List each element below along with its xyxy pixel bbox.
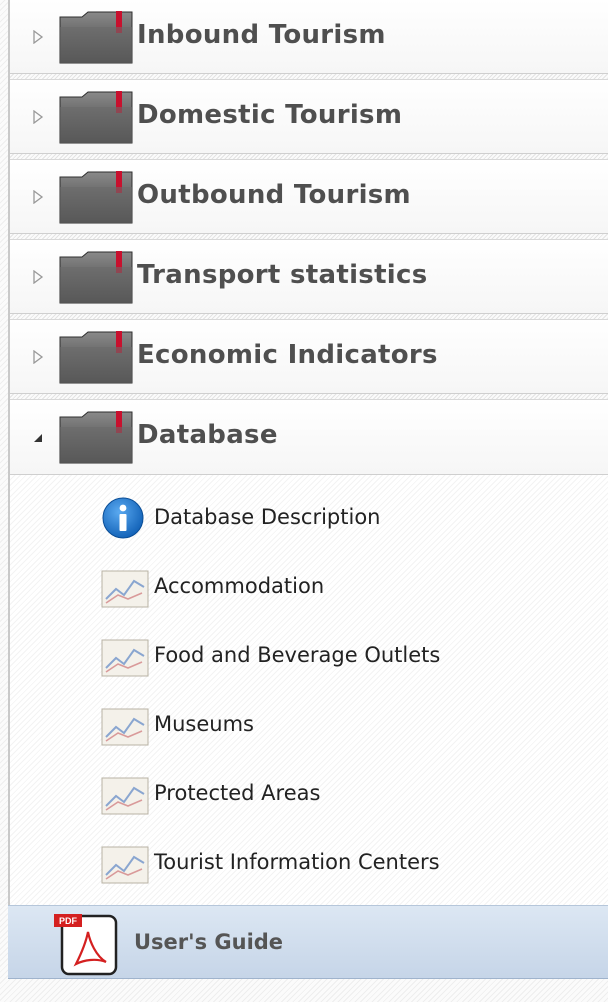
tree-node-domestic-tourism[interactable]: Domestic Tourism xyxy=(10,80,608,154)
tree-node-label: Inbound Tourism xyxy=(137,20,386,50)
list-item-label: Tourist Information Centers xyxy=(154,850,440,874)
folder-icon xyxy=(59,331,133,384)
list-item-tourist-information-centers[interactable]: Tourist Information Centers xyxy=(92,841,592,885)
tree-node-label: Transport statistics xyxy=(137,260,428,290)
folder-icon xyxy=(59,171,133,224)
list-item-label: Database Description xyxy=(154,505,381,529)
chart-icon xyxy=(101,708,149,746)
users-guide-link[interactable]: PDF User's Guide xyxy=(8,905,608,979)
tree-node-inbound-tourism[interactable]: Inbound Tourism xyxy=(10,0,608,74)
chart-icon xyxy=(101,777,149,815)
chart-icon xyxy=(101,846,149,884)
tree-node-economic-indicators[interactable]: Economic Indicators xyxy=(10,320,608,394)
list-item-label: Accommodation xyxy=(154,574,325,598)
folder-icon xyxy=(59,251,133,304)
list-item-label: Protected Areas xyxy=(154,781,321,805)
list-item-label: Food and Beverage Outlets xyxy=(154,643,441,667)
info-icon xyxy=(102,497,144,539)
navigation-tree: Inbound Tourism Domestic Tourism Outboun… xyxy=(8,0,608,978)
list-item-label: Museums xyxy=(154,712,254,736)
list-item-database-description[interactable]: Database Description xyxy=(92,496,592,540)
list-item-protected-areas[interactable]: Protected Areas xyxy=(92,772,592,816)
list-item-museums[interactable]: Museums xyxy=(92,703,592,747)
list-item-food-and-beverage-outlets[interactable]: Food and Beverage Outlets xyxy=(92,634,592,678)
pdf-icon: PDF xyxy=(54,914,118,976)
triangle-down-icon[interactable] xyxy=(32,430,44,444)
pdf-badge-text: PDF xyxy=(59,916,78,926)
triangle-right-icon[interactable] xyxy=(32,270,44,284)
tree-node-label: Outbound Tourism xyxy=(137,180,411,210)
triangle-right-icon[interactable] xyxy=(32,110,44,124)
tree-node-outbound-tourism[interactable]: Outbound Tourism xyxy=(10,160,608,234)
tree-node-label: Domestic Tourism xyxy=(137,100,403,130)
tree-node-label: Database xyxy=(137,420,278,450)
list-item-accommodation[interactable]: Accommodation xyxy=(92,565,592,609)
triangle-right-icon[interactable] xyxy=(32,190,44,204)
triangle-right-icon[interactable] xyxy=(32,30,44,44)
tree-node-database[interactable]: Database xyxy=(10,400,608,474)
folder-icon xyxy=(59,91,133,144)
folder-icon xyxy=(59,11,133,64)
triangle-right-icon[interactable] xyxy=(32,350,44,364)
tree-node-transport-statistics[interactable]: Transport statistics xyxy=(10,240,608,314)
chart-icon xyxy=(101,639,149,677)
tree-node-label: Economic Indicators xyxy=(137,340,438,370)
chart-icon xyxy=(101,570,149,608)
folder-icon xyxy=(59,411,133,464)
users-guide-label: User's Guide xyxy=(134,930,284,954)
database-children: Database Description Accommodation Food … xyxy=(10,474,608,906)
